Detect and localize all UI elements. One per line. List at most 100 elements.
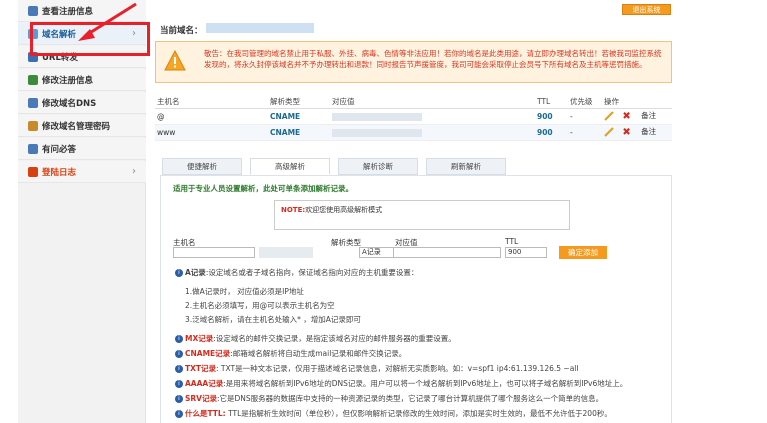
ttl-label: TTL <box>505 237 519 246</box>
info-icon: i <box>175 395 183 403</box>
help-a-sub1: 1.做A记录时， 对应值必须是IP地址 <box>185 287 304 296</box>
warning-text: 敬告：在我司管理的域名禁止用于私服、外挂、病毒、色情等非法应用！若你的域名是此类… <box>204 49 662 69</box>
current-domain-label: 当前域名： <box>160 26 203 36</box>
sidebar-item-edit-password[interactable]: 修改域名管理密码 <box>18 115 146 137</box>
sidebar-item-label: 修改域名DNS <box>42 98 97 109</box>
help-mx: i MX记录:设定域名的邮件交换记录，是指定该域名对应的邮件服务器的重要设置。 <box>175 334 456 344</box>
help-text: TTL是指解析生效时间（单位秒），但仅影响解析记录修改的生效时间，添加是实时生效… <box>225 409 612 418</box>
sidebar-item-label: 修改域名管理密码 <box>42 121 111 132</box>
cell-value <box>330 108 535 125</box>
column-header-host: 主机名 <box>155 95 268 109</box>
column-header-value: 对应值 <box>330 95 535 109</box>
info-icon: i <box>175 410 183 418</box>
question-icon <box>28 143 38 154</box>
sidebar-item-label: 查看注册信息 <box>42 6 94 17</box>
value-input[interactable] <box>393 247 501 258</box>
column-header-priority: 优先级 <box>568 95 602 109</box>
info-icon: i <box>175 365 183 373</box>
help-key: CNAME记录 <box>185 349 231 358</box>
page: 查看注册信息 域名解析 › URL转发 修改注册信息 修改域名DNS 修改域名管… <box>0 0 767 423</box>
log-icon <box>28 166 38 177</box>
help-cname: i CNAME记录:邮箱域名解析将自动生成mail记录和邮件交换记录。 <box>175 349 406 359</box>
sidebar-item-label: 修改注册信息 <box>42 75 94 86</box>
sidebar-item-edit-registration[interactable]: 修改注册信息 <box>18 69 146 91</box>
help-key: 什么是TTL: <box>185 409 226 418</box>
help-srv: i SRV记录:它是DNS服务器的数据库中支持的一种资源记录的类型，它记录了哪台计… <box>175 394 603 404</box>
blurred-value <box>332 112 422 121</box>
main-content: 退出系统 当前域名： 敬告：在我司管理的域名禁止用于私服、外挂、病毒、色情等非法… <box>152 0 672 423</box>
cell-value <box>330 124 535 141</box>
help-key: A记录 <box>185 268 206 277</box>
help-text: :邮箱域名解析将自动生成mail记录和邮件交换记录。 <box>230 349 407 358</box>
sidebar-item-login-log[interactable]: 登陆日志 › <box>18 161 146 183</box>
exit-system-button[interactable]: 退出系统 <box>622 4 671 15</box>
cell-priority: - <box>568 108 602 125</box>
delete-icon[interactable]: ✖ <box>622 111 630 122</box>
help-text: :它是DNS服务器的数据库中支持的一种资源记录的类型，它记录了哪台计算机提供了哪… <box>216 394 604 403</box>
delete-icon[interactable]: ✖ <box>622 127 630 138</box>
key-icon <box>28 120 38 131</box>
table-header-row: 主机名 解析类型 对应值 TTL 优先级 操作 <box>155 95 672 109</box>
warning-icon <box>164 50 186 71</box>
help-key: AAAA记录 <box>185 379 224 388</box>
info-icon: i <box>175 380 183 388</box>
note-link[interactable]: 备注 <box>641 111 656 120</box>
cell-actions: ✖ 备注 <box>602 108 672 125</box>
column-header-ttl: TTL <box>535 95 568 109</box>
cell-host: @ <box>155 108 268 125</box>
column-header-actions: 操作 <box>602 95 672 109</box>
help-text: : TXT是一种文本记录，仅用于描述域名记录信息，对解析无实质影响。如：v=sp… <box>216 364 579 373</box>
tab-bar: 便捷解析 高级解析 解析诊断 刷新解析 <box>162 158 514 175</box>
server-icon <box>28 97 38 108</box>
note-label: NOTE: <box>281 206 306 214</box>
document-icon <box>28 5 38 16</box>
edit-icon[interactable] <box>604 111 614 121</box>
dns-records-table: 主机名 解析类型 对应值 TTL 优先级 操作 @ CNAME 900 - ✖ … <box>155 95 672 141</box>
sidebar-item-faq[interactable]: 有问必答 <box>18 138 146 160</box>
host-input[interactable] <box>173 247 255 258</box>
tab-advanced-resolve[interactable]: 高级解析 <box>250 158 330 175</box>
panel-title: 适用于专业人员设置解析，此处可单条添加解析记录。 <box>173 184 353 193</box>
help-key: SRV记录 <box>185 394 217 403</box>
info-icon: i <box>175 269 183 277</box>
annotation-highlight-box <box>30 22 150 56</box>
help-ttl: i 什么是TTL: TTL是指解析生效时间（单位秒），但仅影响解析记录修改的生效时… <box>175 409 612 419</box>
help-text: :是用来将域名解析到IPv6地址的DNS记录。用户可以将一个域名解析到IPv6地… <box>223 379 628 388</box>
help-key: MX记录 <box>185 334 214 343</box>
tab-quick-resolve[interactable]: 便捷解析 <box>162 158 242 175</box>
help-a-sub2: 2.主机名必须填写，用@可以表示主机名为空 <box>185 301 335 310</box>
help-aaaa: i AAAA记录:是用来将域名解析到IPv6地址的DNS记录。用户可以将一个域名解… <box>175 379 627 389</box>
cell-ttl: 900 <box>535 124 568 141</box>
cell-ttl: 900 <box>535 108 568 125</box>
tab-resolve-diagnosis[interactable]: 解析诊断 <box>338 158 418 175</box>
sidebar: 查看注册信息 域名解析 › URL转发 修改注册信息 修改域名DNS 修改域名管… <box>18 0 146 423</box>
edit-icon[interactable] <box>604 127 614 137</box>
type-label: 解析类型 <box>331 238 361 247</box>
help-a-sub3: 3.泛域名解析，请在主机名处输入* ，增加A记录即可 <box>185 315 361 324</box>
advanced-resolve-panel: 适用于专业人员设置解析，此处可单条添加解析记录。 NOTE:欢迎您使用高级解析模… <box>160 175 672 423</box>
cell-priority: - <box>568 124 602 141</box>
sidebar-item-label: 登陆日志 <box>42 167 77 178</box>
add-record-button[interactable]: 确定添加 <box>559 246 607 259</box>
warning-banner: 敬告：在我司管理的域名禁止用于私服、外挂、病毒、色情等非法应用！若你的域名是此类… <box>155 41 672 83</box>
tab-refresh-resolve[interactable]: 刷新解析 <box>426 158 506 175</box>
edit-document-icon <box>28 74 38 85</box>
help-text: :设定域名的邮件交换记录，是指定该域名对应的邮件服务器的重要设置。 <box>213 334 456 343</box>
note-link[interactable]: 备注 <box>641 127 656 136</box>
sidebar-item-view-registration[interactable]: 查看注册信息 <box>18 0 146 22</box>
ttl-input[interactable]: 900 <box>505 247 547 258</box>
table-row: www CNAME 900 - ✖ 备注 <box>155 124 672 141</box>
current-domain-value <box>206 23 314 33</box>
help-key: TXT记录 <box>185 364 217 373</box>
help-a-record: i A记录:设定域名或者子域名指向，保证域名指向对应的主机重要设置： <box>175 268 418 278</box>
info-icon: i <box>175 350 183 358</box>
chevron-right-icon: › <box>132 166 136 177</box>
domain-suffix <box>259 247 313 258</box>
sidebar-item-edit-dns[interactable]: 修改域名DNS <box>18 92 146 114</box>
note-text: 欢迎您使用高级解析模式 <box>305 206 383 214</box>
cell-actions: ✖ 备注 <box>602 124 672 141</box>
column-header-type: 解析类型 <box>268 95 330 109</box>
cell-type: CNAME <box>268 124 330 141</box>
sidebar-item-label: 有问必答 <box>42 144 77 155</box>
help-txt: i TXT记录: TXT是一种文本记录，仅用于描述域名记录信息，对解析无实质影响。… <box>175 364 578 374</box>
